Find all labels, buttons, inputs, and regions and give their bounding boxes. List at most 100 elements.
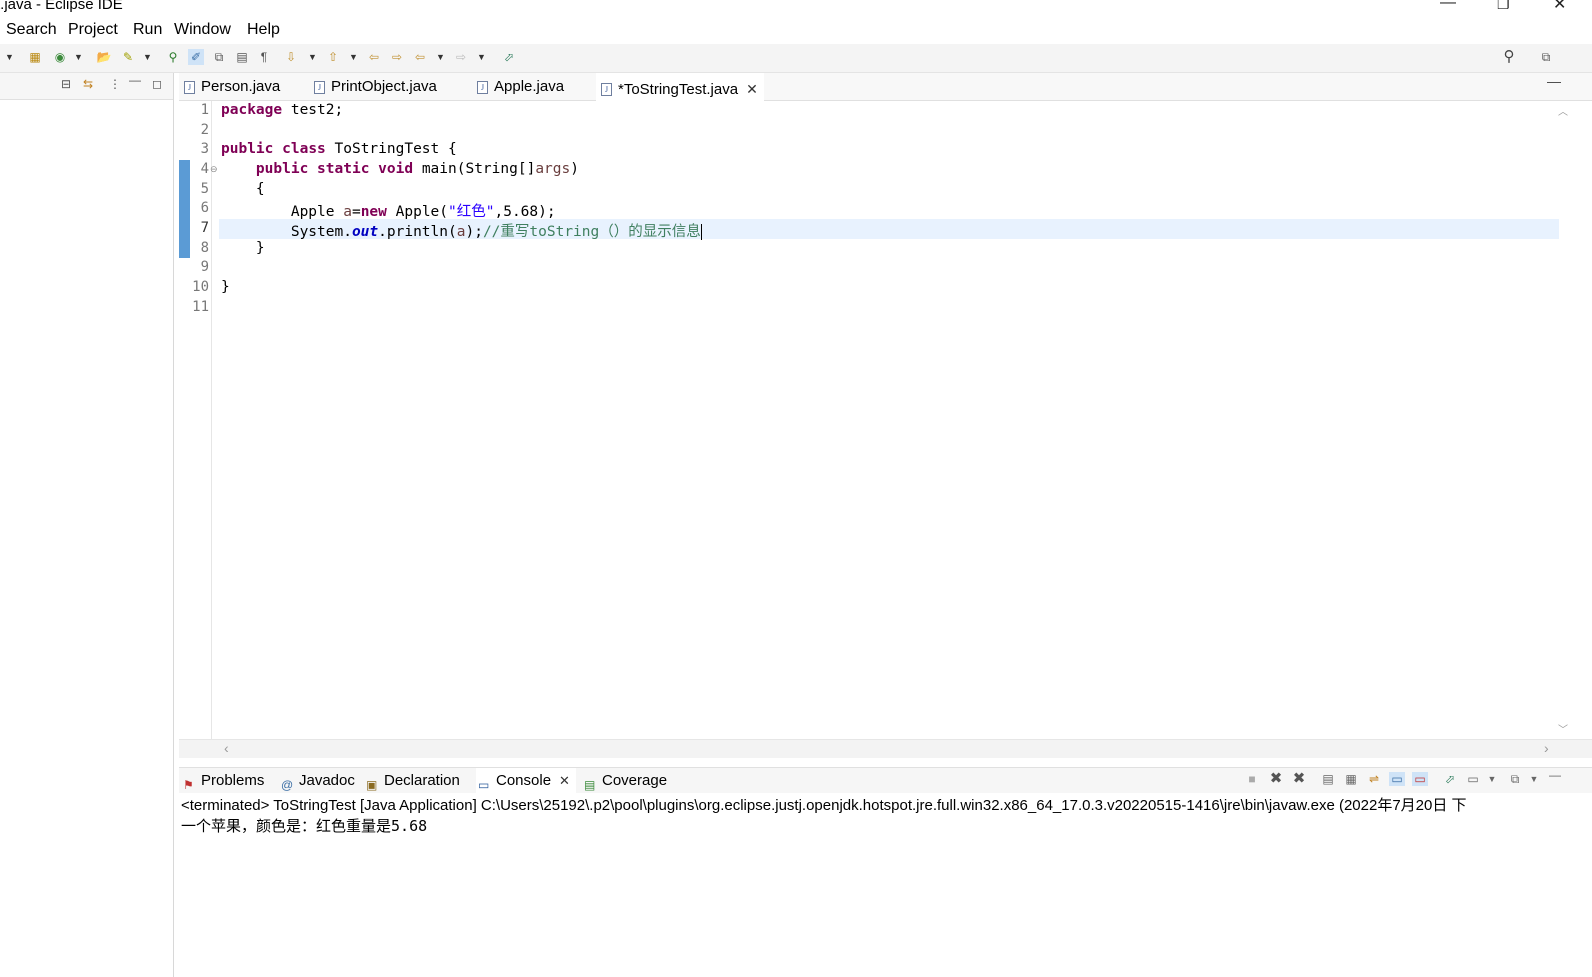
search-tool-icon[interactable]: ✎ — [120, 49, 136, 65]
code-text: .println( — [378, 224, 457, 240]
line-number: 1 — [200, 102, 209, 118]
restore-icon[interactable]: ❐ — [1497, 0, 1510, 13]
scroll-up-icon[interactable]: ︿ — [1558, 103, 1568, 118]
tab-label: Declaration — [384, 772, 460, 789]
code-text: ToStringTest { — [325, 141, 457, 157]
toggle-annotation-icon[interactable]: ⚲ — [165, 49, 181, 65]
previous-annotation-dropdown-icon[interactable]: ▼ — [349, 49, 358, 65]
link-with-editor-icon[interactable]: ⇆ — [83, 77, 93, 91]
minimize-icon[interactable]: — — [1440, 0, 1456, 12]
code-text: ) — [570, 161, 579, 177]
maximize-view-icon[interactable]: ◻ — [152, 77, 162, 91]
open-console-icon[interactable]: ⧉ — [1507, 772, 1523, 787]
title-bar: t.java - Eclipse IDE — ❐ ✕ — [0, 0, 1592, 16]
forward-dropdown-icon[interactable]: ▼ — [477, 49, 486, 65]
display-console-icon[interactable]: ▭ — [1465, 772, 1481, 786]
block-selection-icon[interactable]: ⧉ — [211, 49, 227, 65]
menu-window[interactable]: Window — [174, 21, 231, 39]
menu-run[interactable]: Run — [133, 21, 162, 39]
last-edit-forward-icon[interactable]: ⇨ — [389, 49, 405, 65]
tab-label: Apple.java — [494, 78, 565, 95]
scroll-right-icon[interactable]: › — [1544, 740, 1549, 756]
tab-javadoc[interactable]: @ Javadoc — [279, 768, 355, 793]
java-file-icon: J — [477, 81, 488, 94]
left-panel: ⊟ ⇆ ⋮ — ◻ — [0, 73, 174, 977]
code-line-6: Apple a=new Apple("红色",5.68); — [221, 200, 556, 221]
open-type-icon[interactable]: 📂 — [96, 49, 112, 65]
clear-console-icon[interactable]: ▤ — [1320, 772, 1336, 786]
minimize-editor-icon[interactable]: — — [1547, 73, 1561, 89]
minimize-console-icon[interactable]: — — [1547, 768, 1563, 782]
tab-label: Person.java — [201, 78, 281, 95]
editor-tab-bar: J Person.java J PrintObject.java J Apple.ja… — [179, 73, 1592, 102]
close-window-icon[interactable]: ✕ — [1553, 0, 1566, 14]
fold-toggle-icon[interactable]: ⊖ — [210, 164, 218, 175]
keyword: package — [221, 102, 283, 118]
next-annotation-dropdown-icon[interactable]: ▼ — [308, 49, 317, 65]
tab-apple-java[interactable]: J Apple.java — [472, 73, 564, 100]
code-text: Apple — [290, 204, 344, 220]
show-whitespace-icon[interactable]: ¶ — [256, 49, 272, 65]
back-icon[interactable]: ⇦ — [412, 49, 428, 65]
show-on-stderr-icon[interactable]: ▭ — [1412, 772, 1428, 786]
line-number: 11 — [192, 299, 209, 315]
code-line-8: } — [221, 240, 265, 256]
minimize-view-icon[interactable]: — — [129, 73, 141, 87]
tab-tostringtest-java[interactable]: J *ToStringTest.java ✕ — [596, 73, 764, 102]
comment: //重写toString（）的显示信息 — [482, 224, 701, 240]
close-console-icon[interactable]: ✕ — [559, 773, 570, 788]
open-console-dropdown-icon[interactable]: ▼ — [1526, 774, 1542, 784]
console-output[interactable]: <terminated> ToStringTest [Java Applicat… — [179, 793, 1592, 977]
display-console-dropdown-icon[interactable]: ▼ — [1484, 774, 1500, 784]
last-edit-location-icon[interactable]: ⇦ — [366, 49, 382, 65]
new-class-dropdown-icon[interactable]: ▼ — [74, 49, 83, 65]
menu-project[interactable]: Project — [68, 21, 118, 39]
scroll-down-icon[interactable]: ﹀ — [1558, 721, 1568, 736]
pin-console-icon[interactable]: ⬀ — [1442, 772, 1458, 786]
show-on-stdout-icon[interactable]: ▭ — [1389, 772, 1405, 786]
new-class-icon[interactable]: ◉ — [52, 49, 68, 65]
close-tab-icon[interactable]: ✕ — [746, 75, 758, 103]
horizontal-scrollbar[interactable]: ‹ › — [179, 739, 1592, 758]
java-file-icon: J — [184, 81, 195, 94]
keyword: void — [378, 161, 414, 177]
search-icon[interactable]: ⚲ — [1501, 49, 1517, 65]
tab-printobject-java[interactable]: J PrintObject.java — [309, 73, 437, 100]
back-dropdown-icon[interactable]: ▼ — [436, 49, 445, 65]
word-wrap-console-icon[interactable]: ⇌ — [1366, 772, 1382, 786]
code-line-1: package test2; — [221, 102, 343, 118]
tab-person-java[interactable]: J Person.java — [179, 73, 280, 100]
string-literal: "红色" — [448, 204, 495, 220]
menu-search[interactable]: Search — [6, 21, 57, 39]
open-perspective-icon[interactable]: ⧉ — [1538, 49, 1554, 65]
keyword: public — [255, 161, 309, 177]
remove-all-terminated-icon[interactable]: ✖ — [1291, 769, 1307, 787]
mark-occurrences-icon[interactable]: ✐ — [188, 49, 204, 65]
line-number: 8 — [200, 240, 209, 256]
next-annotation-icon[interactable]: ⇩ — [283, 49, 299, 65]
terminate-icon[interactable]: ■ — [1244, 772, 1260, 786]
dropdown-arrow-icon[interactable]: ▼ — [5, 49, 14, 65]
tab-coverage[interactable]: ▤ Coverage — [582, 768, 667, 793]
menu-help[interactable]: Help — [247, 21, 280, 39]
tab-console[interactable]: ▭ Console ✕ — [476, 768, 576, 793]
line-number: 2 — [200, 122, 209, 138]
pin-editor-icon[interactable]: ⬀ — [501, 49, 517, 65]
new-package-icon[interactable]: ▦ — [27, 49, 43, 65]
code-editor[interactable]: 1 2 3 4 ⊖ 5 6 7 8 9 10 11 package test2;… — [179, 101, 1592, 739]
code-text: } — [255, 240, 265, 256]
scroll-lock-icon[interactable]: ▦ — [1343, 772, 1359, 786]
previous-annotation-icon[interactable]: ⇧ — [325, 49, 341, 65]
word-wrap-icon[interactable]: ▤ — [234, 49, 250, 65]
forward-icon[interactable]: ⇨ — [453, 49, 469, 65]
view-menu-icon[interactable]: ⋮ — [109, 77, 121, 91]
remove-launch-icon[interactable]: ✖ — [1268, 769, 1284, 787]
search-dropdown-icon[interactable]: ▼ — [143, 49, 152, 65]
tab-problems[interactable]: ⚑ Problems — [181, 768, 264, 793]
scroll-left-icon[interactable]: ‹ — [224, 740, 229, 756]
code-text: = — [351, 204, 361, 220]
code-line-4: public static void main(String[]args) — [221, 161, 579, 177]
collapse-all-icon[interactable]: ⊟ — [61, 77, 71, 91]
vertical-scrollbar[interactable]: ︿ ﹀ — [1558, 101, 1568, 739]
tab-declaration[interactable]: ▣ Declaration — [364, 768, 460, 793]
